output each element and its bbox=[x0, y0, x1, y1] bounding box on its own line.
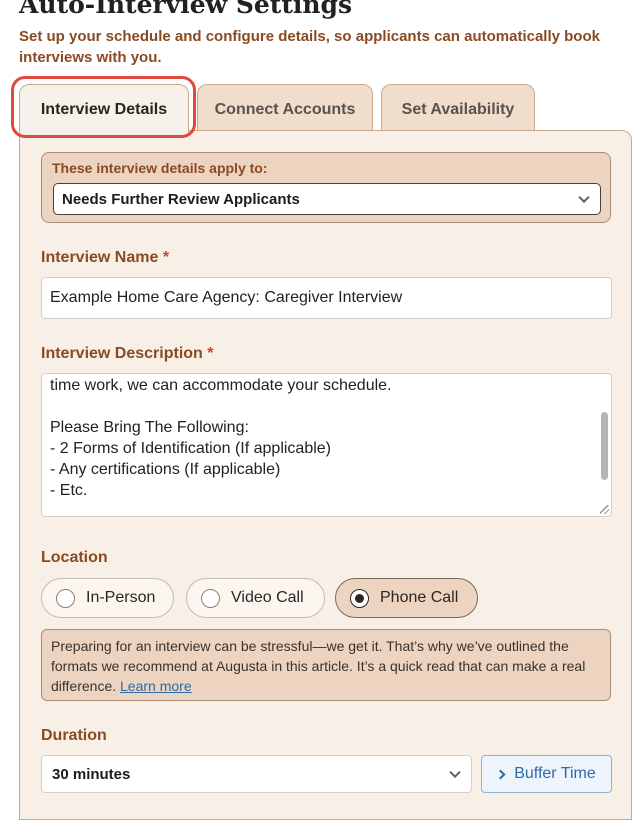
radio-selected-icon bbox=[350, 588, 369, 608]
duration-label: Duration bbox=[41, 727, 107, 744]
radio-icon bbox=[56, 588, 75, 608]
applies-to-select[interactable]: Needs Further Review Applicants bbox=[53, 183, 601, 215]
duration-select[interactable]: 30 minutes bbox=[41, 755, 472, 793]
interview-description-label-text: Interview Description bbox=[41, 345, 203, 362]
location-option-label: Phone Call bbox=[380, 589, 459, 606]
tab-interview-details[interactable]: Interview Details bbox=[19, 84, 189, 134]
chevron-right-icon bbox=[495, 769, 506, 779]
buffer-time-label: Buffer Time bbox=[514, 765, 596, 782]
interview-name-input[interactable]: Example Home Care Agency: Caregiver Inte… bbox=[41, 277, 612, 319]
learn-more-link[interactable]: Learn more bbox=[120, 678, 192, 694]
required-asterisk: * bbox=[162, 249, 170, 266]
page-title: Auto-Interview Settings bbox=[19, 0, 353, 19]
resize-handle-icon[interactable] bbox=[600, 505, 609, 514]
interview-name-label: Interview Name * bbox=[41, 249, 169, 267]
textarea-scrollbar[interactable] bbox=[601, 412, 608, 480]
interview-description-text: time work, we can accommodate your sched… bbox=[50, 377, 392, 499]
interview-details-panel: These interview details apply to: Needs … bbox=[19, 130, 632, 820]
tab-set-availability[interactable]: Set Availability bbox=[381, 84, 535, 134]
interview-format-info: Preparing for an interview can be stress… bbox=[41, 629, 611, 701]
location-option-video-call[interactable]: Video Call bbox=[186, 578, 325, 618]
applies-to-label: These interview details apply to: bbox=[52, 160, 268, 176]
location-label: Location bbox=[41, 549, 108, 566]
location-option-label: Video Call bbox=[231, 589, 304, 606]
chevron-down-icon bbox=[449, 766, 461, 779]
interview-description-textarea[interactable]: time work, we can accommodate your sched… bbox=[41, 373, 612, 517]
chevron-down-icon bbox=[578, 191, 590, 204]
radio-icon bbox=[201, 588, 220, 608]
buffer-time-button[interactable]: Buffer Time bbox=[481, 755, 612, 793]
required-asterisk: * bbox=[207, 345, 214, 362]
interview-name-label-text: Interview Name bbox=[41, 249, 159, 266]
duration-value: 30 minutes bbox=[52, 765, 131, 783]
page-subtitle: Set up your schedule and configure detai… bbox=[19, 28, 600, 66]
location-option-in-person[interactable]: In-Person bbox=[41, 578, 174, 618]
applies-to-box: These interview details apply to: Needs … bbox=[41, 152, 611, 223]
interview-description-label: Interview Description * bbox=[41, 345, 214, 363]
location-option-label: In-Person bbox=[86, 589, 156, 606]
applies-to-value: Needs Further Review Applicants bbox=[62, 190, 300, 208]
location-option-phone-call[interactable]: Phone Call bbox=[335, 578, 478, 618]
tab-connect-accounts[interactable]: Connect Accounts bbox=[197, 84, 373, 134]
